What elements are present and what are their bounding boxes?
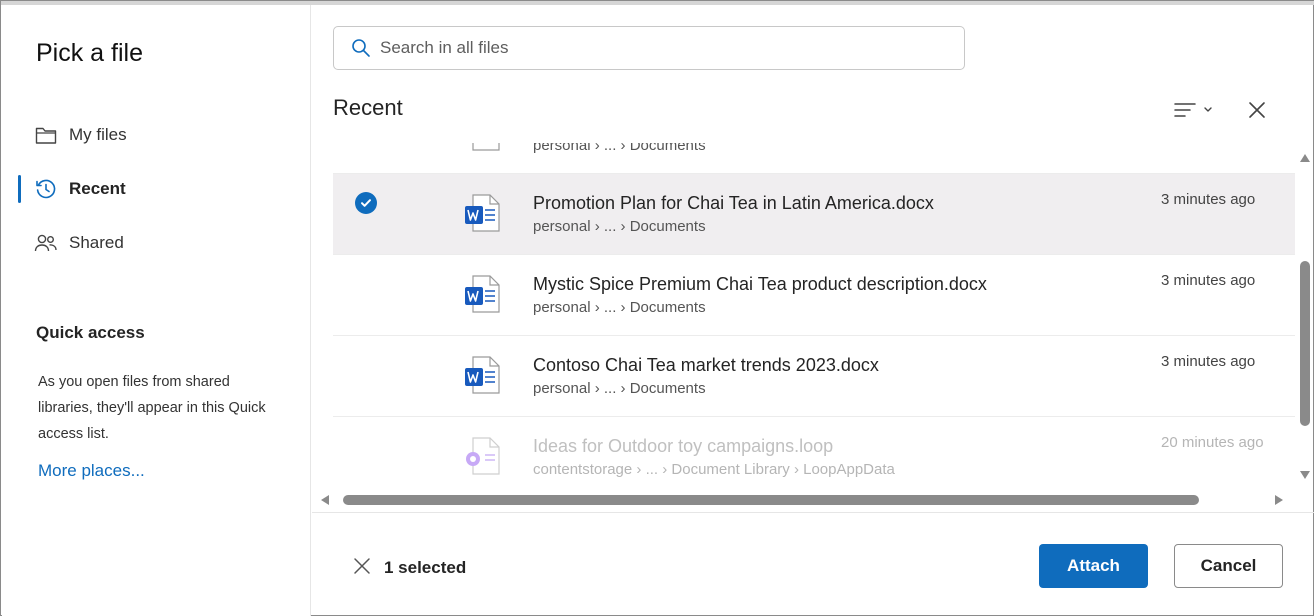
quick-access-description: As you open files from shared libraries,… — [38, 374, 266, 442]
file-name: Contoso Chai Tea market trends 2023.docx — [533, 355, 879, 375]
horizontal-scroll-thumb[interactable] — [343, 495, 1199, 505]
checkmark-icon[interactable] — [355, 192, 377, 214]
file-list: personal › ... › Documents Promotion Pla… — [333, 143, 1295, 495]
quick-access-title: Quick access — [36, 323, 145, 342]
sort-button[interactable] — [1167, 97, 1219, 127]
file-row-selected[interactable]: Promotion Plan for Chai Tea in Latin Ame… — [333, 174, 1295, 255]
vertical-scroll-thumb[interactable] — [1300, 261, 1310, 426]
file-modified-time: 3 minutes ago — [1161, 353, 1256, 370]
left-pane: Pick a file My files Recent Shared Quick… — [2, 5, 311, 616]
close-icon — [1247, 100, 1267, 125]
search-icon — [350, 37, 372, 59]
scroll-down-arrow-icon[interactable] — [1300, 471, 1310, 479]
dialog-title: Pick a file — [36, 39, 143, 67]
file-name: Promotion Plan for Chai Tea in Latin Ame… — [533, 193, 934, 213]
close-button[interactable] — [1241, 97, 1273, 127]
nav-item-label: Shared — [69, 233, 124, 252]
search-input[interactable] — [380, 38, 940, 58]
section-title: Recent — [333, 95, 403, 120]
file-row[interactable]: Mystic Spice Premium Chai Tea product de… — [333, 255, 1295, 336]
file-modified-time: 3 minutes ago — [1161, 272, 1256, 289]
file-row[interactable]: personal › ... › Documents — [333, 143, 1295, 174]
file-path: personal › ... › Documents — [533, 299, 706, 316]
nav-item-label: My files — [69, 125, 127, 144]
horizontal-scrollbar[interactable] — [319, 491, 1287, 509]
nav-item-shared[interactable]: Shared — [18, 223, 298, 263]
file-row[interactable]: Contoso Chai Tea market trends 2023.docx… — [333, 336, 1295, 417]
more-places-link[interactable]: More places... — [38, 461, 145, 481]
search-box[interactable] — [333, 26, 965, 70]
cancel-button[interactable]: Cancel — [1174, 544, 1283, 588]
word-file-icon — [463, 143, 505, 153]
loop-file-icon — [463, 435, 505, 477]
vertical-scrollbar[interactable] — [1297, 151, 1313, 483]
word-file-icon — [463, 354, 505, 396]
file-name: Ideas for Outdoor toy campaigns.loop — [533, 436, 834, 456]
footer-divider — [312, 512, 1314, 513]
scroll-right-arrow-icon[interactable] — [1275, 495, 1283, 505]
file-picker-dialog: Pick a file My files Recent Shared Quick… — [0, 0, 1314, 616]
file-modified-time: 3 minutes ago — [1161, 191, 1256, 208]
word-file-icon — [463, 192, 505, 234]
file-name: Mystic Spice Premium Chai Tea product de… — [533, 274, 987, 294]
file-path: personal › ... › Documents — [533, 380, 706, 397]
file-modified-time: 20 minutes ago — [1161, 434, 1264, 451]
history-icon — [33, 176, 59, 202]
word-file-icon — [463, 273, 505, 315]
folder-icon — [33, 122, 59, 148]
scroll-up-arrow-icon[interactable] — [1300, 154, 1310, 162]
close-icon — [353, 557, 371, 580]
file-row-disabled: Ideas for Outdoor toy campaigns.loop con… — [333, 417, 1295, 495]
file-path: personal › ... › Documents — [533, 218, 706, 235]
people-icon — [33, 230, 59, 256]
scroll-left-arrow-icon[interactable] — [321, 495, 329, 505]
sort-lines-icon — [1171, 99, 1215, 126]
file-path: personal › ... › Documents — [533, 143, 706, 154]
selected-count: 1 selected — [384, 558, 467, 577]
clear-selection-button[interactable] — [351, 557, 373, 579]
nav-item-label: Recent — [69, 179, 126, 198]
nav-item-recent[interactable]: Recent — [18, 169, 298, 209]
attach-button[interactable]: Attach — [1039, 544, 1148, 588]
nav-item-my-files[interactable]: My files — [18, 115, 298, 155]
file-path: contentstorage › ... › Document Library … — [533, 461, 895, 478]
